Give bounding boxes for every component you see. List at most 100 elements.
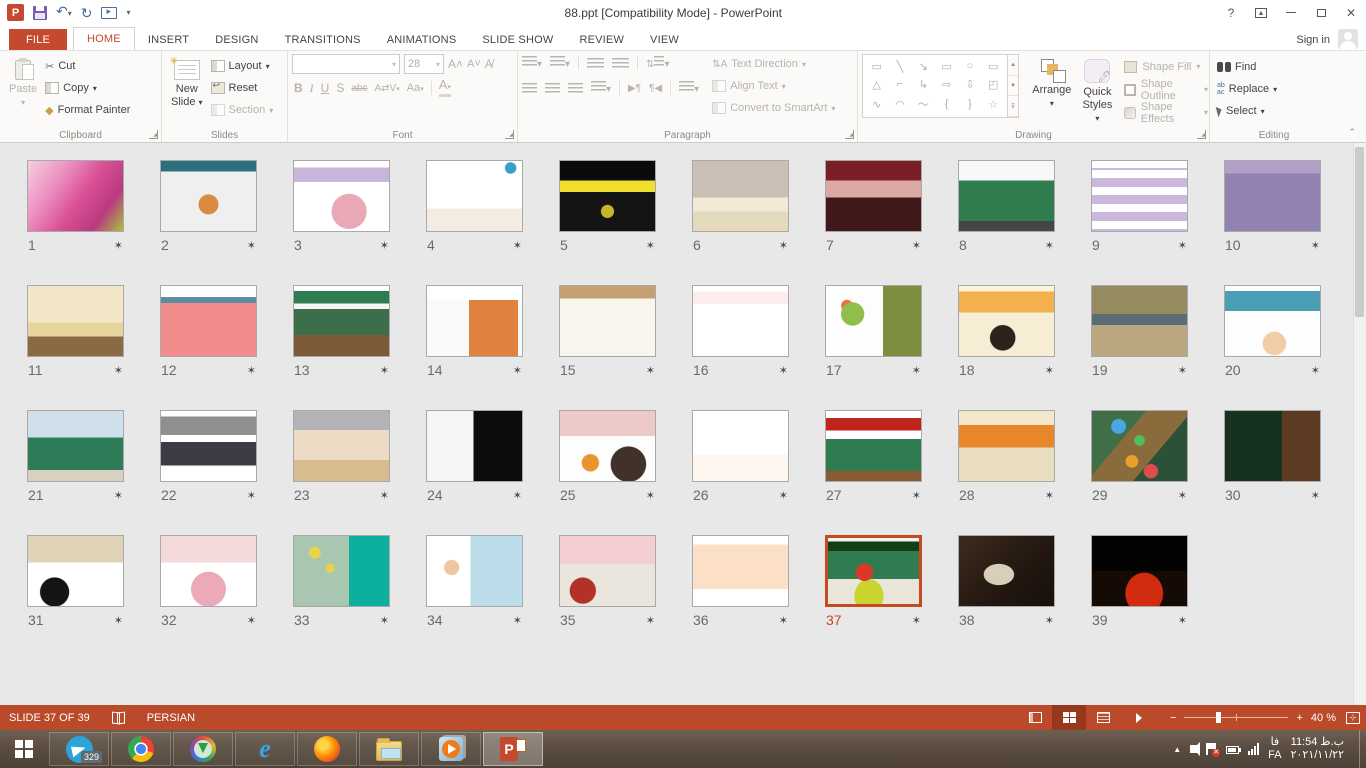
slide-thumbnail-3[interactable] <box>293 160 390 232</box>
shapes-more-icon[interactable]: ⊽ <box>1008 96 1018 117</box>
tab-transitions[interactable]: TRANSITIONS <box>272 29 374 50</box>
slide-thumbnail-26[interactable] <box>692 410 789 482</box>
italic-button[interactable]: I <box>310 81 314 96</box>
network-signal-icon[interactable] <box>1248 743 1259 755</box>
bullets-button[interactable]: ▾ <box>522 56 542 70</box>
select-button[interactable]: Select <box>1214 102 1280 120</box>
start-button[interactable] <box>0 730 48 768</box>
action-center-flag-icon[interactable]: ✕ <box>1206 743 1217 755</box>
restore-button[interactable] <box>1306 0 1336 26</box>
taskbar-firefox-button[interactable] <box>297 732 357 766</box>
slide-thumbnail-18[interactable] <box>958 285 1055 357</box>
slide-thumbnail-12[interactable] <box>160 285 257 357</box>
scrollbar-thumb[interactable] <box>1355 147 1364 317</box>
align-text-button[interactable]: Align Text <box>709 77 838 95</box>
slide-thumbnail-39[interactable] <box>1091 535 1188 607</box>
slide-thumbnail-33[interactable] <box>293 535 390 607</box>
tab-home[interactable]: HOME <box>73 27 135 51</box>
character-spacing-button[interactable]: A⇄V▾ <box>374 83 399 94</box>
slide-thumbnail-28[interactable] <box>958 410 1055 482</box>
slide-thumbnail-31[interactable] <box>27 535 124 607</box>
font-size-combo[interactable]: 28▾ <box>404 54 444 74</box>
tab-design[interactable]: DESIGN <box>202 29 271 50</box>
close-button[interactable]: ✕ <box>1336 0 1366 26</box>
undo-icon[interactable]: ↶▾ <box>56 4 72 21</box>
shapes-scroll-up-icon[interactable]: ▲ <box>1008 55 1018 76</box>
zoom-slider-thumb[interactable] <box>1216 712 1221 723</box>
taskbar-ie-button[interactable]: e <box>235 732 295 766</box>
battery-icon[interactable] <box>1226 746 1239 754</box>
tab-file[interactable]: FILE <box>9 29 67 50</box>
taskbar-clock[interactable]: ب.ظ 11:54 ۲۰۲۱/۱۱/۲۲ <box>1291 736 1348 762</box>
increase-font-size-icon[interactable]: A˄ <box>448 57 463 71</box>
font-name-combo[interactable]: ▾ <box>292 54 400 74</box>
slide-thumbnail-9[interactable] <box>1091 160 1188 232</box>
slide-thumbnail-24[interactable] <box>426 410 523 482</box>
find-button[interactable]: Find <box>1214 58 1280 76</box>
slide-thumbnail-16[interactable] <box>692 285 789 357</box>
slide-thumbnail-21[interactable] <box>27 410 124 482</box>
replace-button[interactable]: abacReplace <box>1214 80 1280 98</box>
slide-thumbnail-34[interactable] <box>426 535 523 607</box>
shape-outline-button[interactable]: Shape Outline <box>1124 80 1208 99</box>
slide-thumbnail-20[interactable] <box>1224 285 1321 357</box>
fit-slide-to-window-icon[interactable]: ⊹ <box>1346 712 1360 724</box>
tab-slide-show[interactable]: SLIDE SHOW <box>469 29 566 50</box>
quick-styles-button[interactable]: Quick Styles ▾ <box>1076 54 1118 128</box>
tab-review[interactable]: REVIEW <box>566 29 637 50</box>
taskbar-powerpoint-button[interactable]: P <box>483 732 543 766</box>
collapse-ribbon-icon[interactable]: ⌃ <box>1348 127 1356 138</box>
language-indicator[interactable]: PERSIAN <box>147 712 195 724</box>
paste-button[interactable]: Paste▾ <box>4 54 42 112</box>
save-icon[interactable] <box>33 6 47 20</box>
slide-thumbnail-11[interactable] <box>27 285 124 357</box>
align-left-button[interactable] <box>522 83 537 94</box>
slide-thumbnail-36[interactable] <box>692 535 789 607</box>
taskbar-chrome-button[interactable] <box>111 732 171 766</box>
slide-thumbnail-29[interactable] <box>1091 410 1188 482</box>
section-button[interactable]: Section <box>208 101 277 119</box>
ribbon-display-options-button[interactable]: ▲ <box>1246 0 1276 26</box>
shapes-gallery[interactable]: ▭╲↘▭○▭ △⌐↳⇨⇩◰ ∿◠〜{}☆ <box>862 54 1008 118</box>
language-switcher[interactable]: فا FA <box>1268 736 1281 762</box>
shapes-scroll-down-icon[interactable]: ▼ <box>1008 76 1018 97</box>
convert-smartart-button[interactable]: Convert to SmartArt <box>709 99 838 117</box>
shape-effects-button[interactable]: Shape Effects <box>1124 103 1208 122</box>
justify-button[interactable]: ▾ <box>591 81 611 95</box>
rtl-direction-button[interactable]: ¶◀ <box>649 83 662 94</box>
paragraph-dialog-launcher[interactable] <box>845 130 854 139</box>
underline-button[interactable]: U <box>321 81 330 95</box>
slide-thumbnail-27[interactable] <box>825 410 922 482</box>
clipboard-dialog-launcher[interactable] <box>149 130 158 139</box>
slide-thumbnail-37[interactable] <box>825 535 922 607</box>
copy-button[interactable]: Copy <box>42 79 133 97</box>
minimize-button[interactable] <box>1276 0 1306 26</box>
new-slide-button[interactable]: New Slide ▾ <box>166 54 208 112</box>
line-spacing-button[interactable]: ⇅▾ <box>646 56 669 70</box>
zoom-percent[interactable]: 40 % <box>1311 712 1336 724</box>
format-painter-button[interactable]: ◆Format Painter <box>42 101 133 119</box>
slideshow-view-button[interactable] <box>1120 705 1154 730</box>
align-right-button[interactable] <box>568 83 583 94</box>
show-hidden-icons-icon[interactable]: ▲ <box>1173 745 1181 754</box>
text-direction-button[interactable]: ⇅AText Direction <box>709 55 838 73</box>
slide-thumbnail-17[interactable] <box>825 285 922 357</box>
zoom-slider[interactable] <box>1184 717 1288 718</box>
slide-thumbnail-15[interactable] <box>559 285 656 357</box>
layout-button[interactable]: Layout <box>208 57 277 75</box>
clear-formatting-icon[interactable]: A̸ <box>485 57 493 71</box>
taskbar-telegram-button[interactable]: 329 <box>49 732 109 766</box>
font-dialog-launcher[interactable] <box>505 130 514 139</box>
slide-thumbnail-4[interactable] <box>426 160 523 232</box>
decrease-font-size-icon[interactable]: A˅ <box>467 58 481 70</box>
slide-thumbnail-2[interactable] <box>160 160 257 232</box>
numbering-button[interactable]: ▾ <box>550 56 570 70</box>
slide-thumbnail-13[interactable] <box>293 285 390 357</box>
start-slideshow-icon[interactable] <box>101 7 117 19</box>
slide-sorter-view-button[interactable] <box>1052 705 1086 730</box>
reset-button[interactable]: Reset <box>208 79 277 97</box>
slide-thumbnail-30[interactable] <box>1224 410 1321 482</box>
slide-thumbnail-19[interactable] <box>1091 285 1188 357</box>
slide-thumbnail-5[interactable] <box>559 160 656 232</box>
taskbar-explorer-button[interactable] <box>359 732 419 766</box>
